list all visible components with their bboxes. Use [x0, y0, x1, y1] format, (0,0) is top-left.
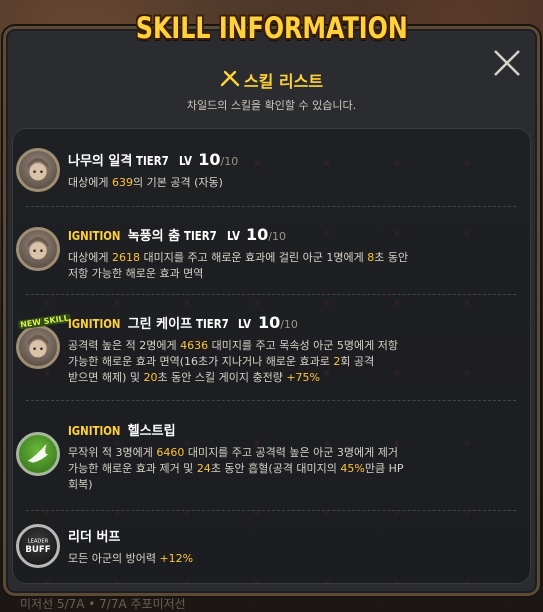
level-value: 10 [257, 313, 281, 332]
desc-value: +75% [286, 371, 320, 384]
level-value: 10 [198, 150, 221, 169]
skill-title: IGNITION 녹풍의 춤 TIER7 LV 10/10 [68, 225, 438, 244]
level-label: LV [238, 317, 252, 331]
desc-text: 모든 아군의 방어력 [68, 552, 160, 565]
desc-text: 저항 가능한 해로운 효과 면역 [68, 267, 204, 280]
level-label: LV [226, 229, 240, 243]
desc-value: +12% [159, 552, 194, 565]
skill-title: IGNITION 그린 케이프 TIER7 LV 10/10 [68, 313, 438, 332]
divider [26, 510, 516, 511]
desc-value: 4636 [180, 339, 209, 352]
desc-value: 639 [111, 176, 133, 189]
desc-text: 만큼 HP [364, 462, 404, 475]
child-portrait-icon [16, 227, 60, 271]
desc-text: 초 동안 흡혈(공격 대미지의 [210, 462, 341, 475]
skill-tier: TIER7 [184, 229, 217, 243]
skill-level: LV 10/10 [238, 313, 297, 332]
skill-list[interactable]: 나무의 일격 TIER7 LV 10/10 대상에게 639의 기본 공격 (자… [12, 128, 531, 584]
skill-description: 무작위 적 3명에게 6460 대미지를 주고 공격력 높은 아군 3명에게 제… [68, 445, 438, 493]
skill-description: 모든 아군의 방어력 +12% [68, 551, 438, 567]
child-portrait-icon [16, 325, 60, 369]
desc-text: 회복) [68, 478, 93, 491]
leader-buff-logo-text: BUFF [25, 545, 50, 555]
skill-description: 대상에게 639의 기본 공격 (자동) [68, 175, 438, 191]
desc-value: 6460 [156, 446, 185, 459]
level-max: /10 [268, 230, 286, 243]
header-subtitle: 차일드의 스킬을 확인할 수 있습니다. [186, 99, 357, 112]
ignition-tag: IGNITION [68, 229, 121, 243]
skill-name: 나무의 일격 [68, 154, 133, 169]
leader-buff-icon: LEADER BUFF [16, 524, 60, 568]
desc-text: 회 공격 [340, 355, 375, 368]
header-title: 스킬 리스트 [243, 72, 324, 91]
desc-text: 의 기본 공격 (자동) [132, 176, 223, 189]
skill-tier: TIER7 [196, 317, 229, 331]
desc-value: 45% [340, 462, 365, 475]
skill-title: 리더 버프 [68, 526, 438, 545]
ignition-tag: IGNITION [68, 424, 121, 438]
header-title-row: 스킬 리스트 [220, 68, 323, 92]
desc-text: 초 동안 [374, 251, 409, 264]
skill-title: IGNITION 헬스트립 [68, 420, 438, 439]
level-max: /10 [220, 155, 239, 168]
desc-value: 2618 [111, 251, 140, 264]
skill-description: 공격력 높은 적 2명에게 4636 대미지를 주고 목속성 아군 5명에게 저… [68, 338, 438, 386]
skill-level: LV 10/10 [179, 150, 238, 169]
desc-value: 20 [143, 371, 158, 384]
sword-crossed-icon [220, 69, 240, 91]
desc-text: 공격력 높은 적 2명에게 [68, 339, 181, 352]
desc-value: 24 [196, 462, 211, 475]
wing-skill-icon [16, 432, 60, 476]
child-portrait-icon [16, 148, 60, 192]
ignition-tag: IGNITION [68, 317, 121, 331]
skill-level: LV 10/10 [227, 225, 286, 244]
level-value: 10 [246, 225, 269, 244]
divider [26, 400, 516, 401]
title-banner: SKILL INFORMATION [136, 6, 408, 50]
desc-text: 대미지를 주고 공격력 높은 아군 3명에게 제거 [184, 446, 398, 459]
divider [26, 294, 516, 295]
level-label: LV [178, 154, 192, 168]
desc-text: 대미지를 주고 해로운 효과에 걸린 아군 1명에게 [139, 251, 368, 264]
header: 스킬 리스트 차일드의 스킬을 확인할 수 있습니다. [0, 68, 543, 113]
skill-title: 나무의 일격 TIER7 LV 10/10 [68, 150, 438, 169]
skill-name: 리더 버프 [68, 530, 121, 545]
desc-text: 대미지를 주고 목속성 아군 5명에게 저항 [208, 339, 398, 352]
desc-text: 초 동안 스킬 게이지 충전량 [157, 371, 287, 384]
skill-name: 녹풍의 춤 [127, 229, 181, 244]
desc-text: 대상에게 [68, 176, 112, 189]
leader-buff-logo-text: LEADER [28, 539, 49, 545]
skill-tier: TIER7 [136, 154, 169, 168]
skill-name: 그린 케이프 [127, 317, 193, 332]
divider [26, 206, 516, 207]
desc-text: 대상에게 [68, 251, 112, 264]
skill-name: 헬스트립 [127, 424, 176, 439]
level-max: /10 [280, 318, 298, 331]
skill-description: 대상에게 2618 대미지를 주고 해로운 효과에 걸린 아군 1명에게 8초 … [68, 250, 438, 282]
desc-text: 가능한 해로운 효과 제거 및 [68, 462, 197, 475]
desc-text: 가능한 해로운 효과 면역(16초가 지나거나 해로운 효과로 [68, 355, 334, 368]
desc-text: 무작위 적 3명에게 [68, 446, 157, 459]
desc-text: 받으면 해제) 및 [68, 371, 144, 384]
background-text: 미저선 5/7A • 7/7A 주포미저선 [20, 597, 186, 611]
window-title: SKILL INFORMATION [136, 11, 408, 45]
